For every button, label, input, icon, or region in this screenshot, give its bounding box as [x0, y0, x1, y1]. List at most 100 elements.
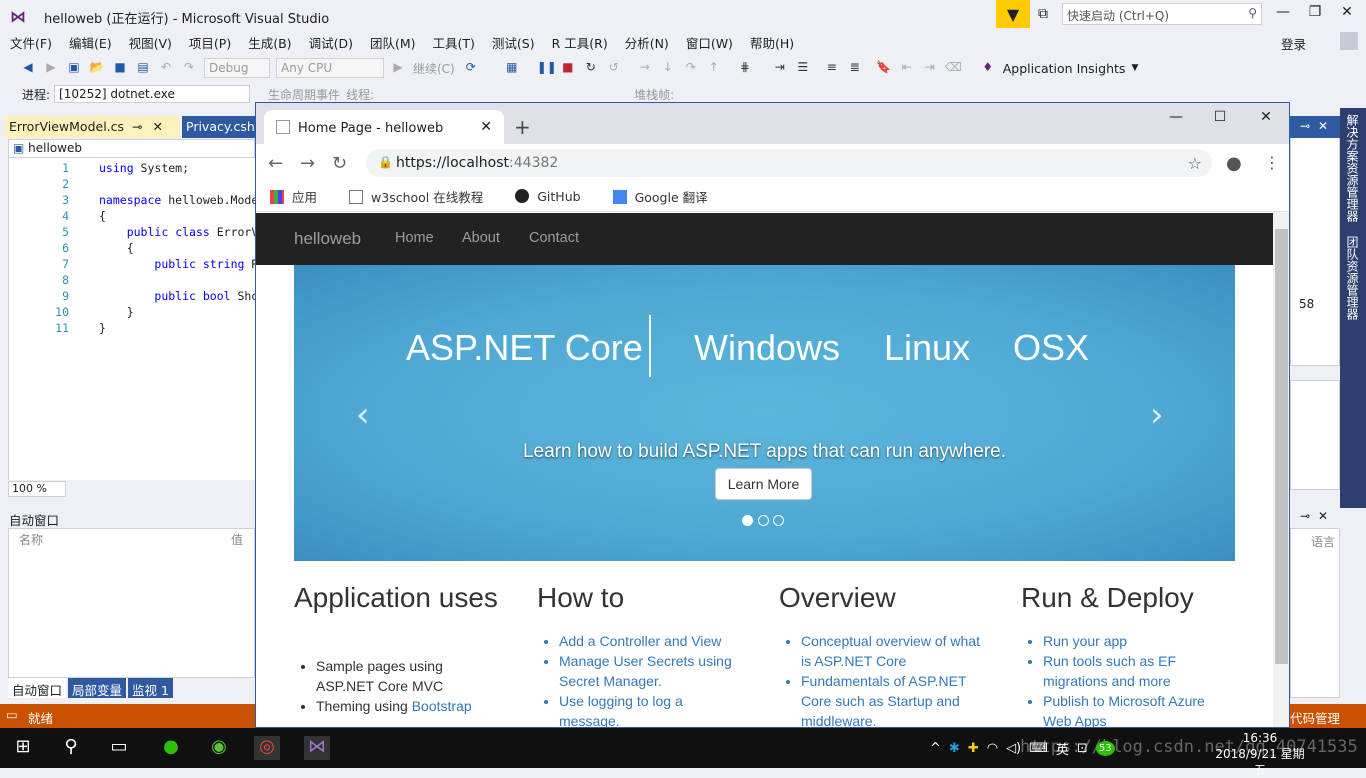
menu-item[interactable]: R 工具(R)	[552, 33, 608, 52]
carousel-dot-3[interactable]	[773, 515, 784, 526]
bookmark-w3school[interactable]: w3school 在线教程	[349, 187, 499, 206]
tab-privacy[interactable]: Privacy.cshtml	[182, 116, 255, 138]
config-select[interactable]: Debug	[204, 58, 270, 78]
show-next-icon[interactable]: →	[637, 60, 653, 76]
process-select[interactable]: [10252] dotnet.exe	[54, 85, 251, 103]
forward-icon[interactable]: ▶	[43, 60, 59, 76]
pin-icon[interactable]: ⊸	[132, 119, 142, 134]
carousel-dot-1[interactable]	[742, 515, 753, 526]
indent-icon[interactable]: ☰	[795, 60, 811, 76]
feedback-icon[interactable]: ⧉	[1038, 6, 1048, 22]
quick-launch-input[interactable]: 快速启动 (Ctrl+Q) ⚲	[1062, 3, 1262, 25]
menu-item[interactable]: 生成(B)	[248, 33, 291, 52]
list-item[interactable]: Conceptual overview of what is ASP.NET C…	[801, 631, 983, 671]
bookmark-icon[interactable]: 🔖	[876, 60, 892, 76]
bookmark-github[interactable]: GitHub	[515, 189, 596, 204]
menu-item[interactable]: 帮助(H)	[750, 33, 794, 52]
stop-icon[interactable]: ■	[560, 60, 576, 76]
app-insights-button[interactable]: Application Insights	[1003, 61, 1126, 76]
nav-about[interactable]: About	[462, 230, 500, 246]
code-line[interactable]: public class ErrorV	[99, 225, 259, 239]
tray-app-icon[interactable]: ✱	[949, 741, 960, 756]
restart-icon[interactable]: ↻	[583, 60, 599, 76]
list-item[interactable]: Publish to Microsoft Azure Web Apps	[1043, 691, 1225, 727]
pause-icon[interactable]: ❚❚	[537, 60, 557, 76]
new-item-icon[interactable]: ▣	[66, 60, 82, 76]
team-explorer-tab[interactable]: 团队资源管理器	[1344, 236, 1361, 320]
platform-select[interactable]: Any CPU	[276, 58, 384, 78]
debug-tab[interactable]: 自动窗口	[8, 678, 67, 698]
zoom-select[interactable]: 100 %	[8, 481, 66, 497]
carousel-next-icon[interactable]: ›	[1150, 395, 1164, 435]
code-line[interactable]: {	[99, 241, 134, 255]
step-out-icon[interactable]: ↑	[706, 60, 722, 76]
menu-item[interactable]: 工具(T)	[433, 33, 475, 52]
visual-studio-icon[interactable]: ⋈	[304, 736, 330, 760]
navigation-bar[interactable]: ▣ helloweb	[8, 139, 255, 158]
tab-errorviewmodel[interactable]: ErrorViewModel.cs ⊸ ✕	[5, 116, 180, 138]
forward-icon[interactable]: →	[300, 153, 315, 174]
next-bookmark-icon[interactable]: ⇥	[922, 60, 938, 76]
maximize-button[interactable]: ❐	[1300, 4, 1330, 26]
clock[interactable]: 16:36 2018/9/21 星期五	[1210, 730, 1310, 778]
code-line[interactable]: namespace helloweb.Mode	[99, 193, 258, 207]
source-control-button[interactable]: 代码管理	[1290, 708, 1340, 727]
bookmark-google-translate[interactable]: Google 翻译	[612, 187, 724, 206]
new-tab-icon[interactable]: +	[514, 115, 531, 139]
menu-item[interactable]: 调试(D)	[309, 33, 353, 52]
sign-in-link[interactable]: 登录	[1281, 34, 1306, 53]
search-icon[interactable]: ⚲	[58, 736, 84, 760]
volume-icon[interactable]: ◁)	[1006, 741, 1021, 756]
undo-icon[interactable]: ↶	[158, 60, 174, 76]
network-icon[interactable]: ◠	[987, 741, 998, 756]
code-line[interactable]: }	[99, 305, 134, 319]
account-icon[interactable]	[1340, 32, 1358, 50]
badge[interactable]: 53	[1095, 740, 1115, 756]
save-all-icon[interactable]: ▤	[135, 60, 151, 76]
open-icon[interactable]: 📂	[89, 60, 105, 76]
close-tab-icon[interactable]: ✕	[480, 119, 492, 135]
close-tab-icon[interactable]: ✕	[152, 119, 162, 134]
code-editor[interactable]: 1 using System; 2 3 namespace helloweb.Mode 4…	[8, 158, 259, 480]
save-icon[interactable]: ■	[112, 60, 128, 76]
prev-bookmark-icon[interactable]: ⇤	[899, 60, 915, 76]
uncomment-icon[interactable]: ≣	[847, 60, 863, 76]
minimize-button[interactable]: —	[1268, 4, 1298, 26]
menu-item[interactable]: 项目(P)	[189, 33, 231, 52]
continue-button[interactable]: 继续(C)	[413, 60, 455, 77]
browser-icon[interactable]: ▦	[504, 60, 520, 76]
comment-icon[interactable]: ≡	[824, 60, 840, 76]
back-icon[interactable]: ←	[268, 153, 283, 174]
insights-icon[interactable]: ♦	[980, 60, 996, 76]
close-icon[interactable]: ✕	[1318, 509, 1328, 523]
menu-item[interactable]: 分析(N)	[625, 33, 669, 52]
hot-reload-icon[interactable]: ↺	[606, 60, 622, 76]
chrome-maximize-button[interactable]: ☐	[1200, 109, 1240, 125]
chrome-tab-home[interactable]: Home Page - helloweb ✕	[264, 110, 504, 144]
site-brand[interactable]: helloweb	[294, 229, 361, 249]
debug-tab[interactable]: 局部变量	[68, 678, 127, 698]
menu-item[interactable]: 团队(M)	[370, 33, 416, 52]
list-item[interactable]: Run tools such as EF migrations and more	[1043, 651, 1225, 691]
close-button[interactable]: ✕	[1332, 4, 1362, 26]
pin-icon[interactable]: ⊸	[1300, 119, 1310, 133]
bookmark-apps[interactable]: 应用	[270, 187, 333, 206]
carousel-dot-2[interactable]	[758, 515, 769, 526]
pin-icon[interactable]: ⊸	[1300, 509, 1310, 523]
list-item[interactable]: Add a Controller and View	[559, 631, 741, 651]
code-line[interactable]: using System;	[99, 161, 189, 175]
list-item[interactable]: Manage User Secrets using Secret Manager…	[559, 651, 741, 691]
code-line[interactable]: public bool Sho	[99, 289, 258, 303]
reload-icon[interactable]: ↻	[332, 153, 347, 174]
carousel-prev-icon[interactable]: ‹	[356, 395, 370, 435]
learn-more-button[interactable]: Learn More	[715, 468, 812, 500]
refresh-icon[interactable]: ⟳	[463, 60, 479, 76]
list-item[interactable]: Use logging to log a message.	[559, 691, 741, 727]
code-line[interactable]: }	[99, 321, 106, 335]
format-icon[interactable]: ⇥	[772, 60, 788, 76]
code-line[interactable]: {	[99, 209, 106, 223]
task-view-icon[interactable]: ▭	[106, 736, 132, 760]
wechat-icon[interactable]: ●	[158, 736, 184, 760]
page-scrollbar[interactable]	[1273, 213, 1289, 727]
ime-label[interactable]: 英	[1056, 739, 1069, 758]
